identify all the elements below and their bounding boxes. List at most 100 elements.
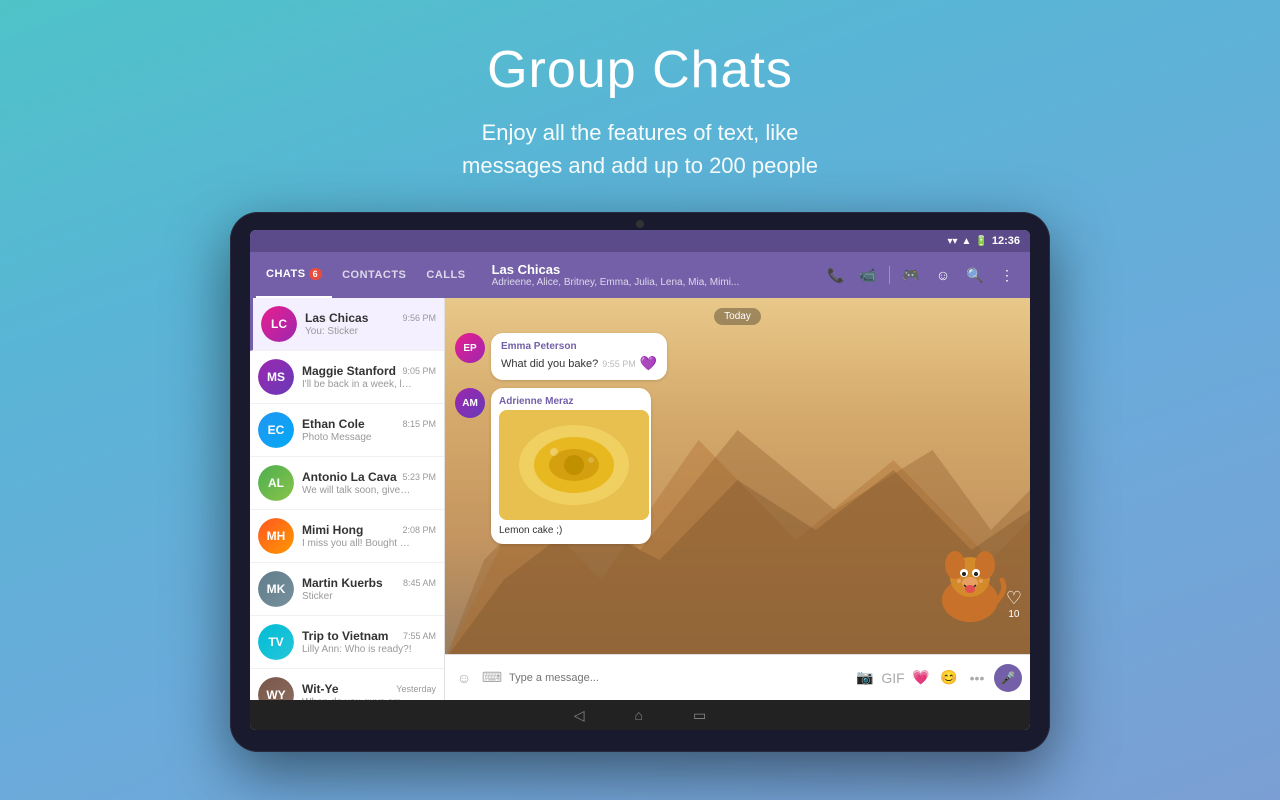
battery-icon: 🔋 bbox=[975, 236, 987, 247]
avatar-vietnam: TV bbox=[258, 624, 294, 660]
msg-caption: Lemon cake ;) bbox=[499, 525, 643, 536]
avatar-witye: WY bbox=[258, 677, 294, 700]
chat-item-antonio[interactable]: AL Antonio La Cava 5:23 PM We will talk … bbox=[250, 457, 444, 510]
lemon-cake-image bbox=[499, 410, 649, 520]
page-title: Group Chats bbox=[487, 40, 793, 100]
chat-name: Martin Kuerbs bbox=[302, 576, 383, 590]
heart-icon: 💜 bbox=[640, 355, 657, 372]
chat-info: Mimi Hong 2:08 PM I miss you all! Bought… bbox=[302, 523, 436, 549]
camera-button[interactable]: 📷 bbox=[854, 667, 876, 689]
more-button[interactable]: ••• bbox=[966, 667, 988, 689]
chat-item-vietnam[interactable]: TV Trip to Vietnam 7:55 AM Lilly Ann: Wh… bbox=[250, 616, 444, 669]
chat-list: LC Las Chicas 9:56 PM You: Sticker bbox=[250, 298, 445, 700]
chat-item-martin[interactable]: MK Martin Kuerbs 8:45 AM Sticker bbox=[250, 563, 444, 616]
avatar-ethan: EC bbox=[258, 412, 294, 448]
chat-name: Maggie Stanford bbox=[302, 364, 396, 378]
chat-members: Adrieene, Alice, Britney, Emma, Julia, L… bbox=[492, 277, 792, 288]
chat-preview: Sticker bbox=[302, 591, 412, 602]
chat-preview: You: Sticker bbox=[305, 326, 415, 337]
msg-sender: Emma Peterson bbox=[501, 341, 657, 352]
chat-time: Yesterday bbox=[396, 684, 436, 694]
nav-tabs: CHATS 6 CONTACTS CALLS bbox=[250, 252, 482, 298]
avatar-mimi: MH bbox=[258, 518, 294, 554]
msg-sender-adrienne: Adrienne Meraz bbox=[499, 396, 643, 407]
gif-button[interactable]: GIF bbox=[882, 667, 904, 689]
chat-info: Wit-Ye Yesterday When do you guys arrive… bbox=[302, 682, 436, 700]
chat-info: Las Chicas 9:56 PM You: Sticker bbox=[305, 311, 436, 337]
chat-item-ethan[interactable]: EC Ethan Cole 8:15 PM Photo Message bbox=[250, 404, 444, 457]
chat-item-las-chicas[interactable]: LC Las Chicas 9:56 PM You: Sticker bbox=[250, 298, 444, 351]
home-button[interactable]: ⌂ bbox=[635, 707, 643, 723]
message-row-image: AM Adrienne Meraz bbox=[455, 388, 1020, 544]
chat-item-maggie[interactable]: MS Maggie Stanford 9:05 PM I'll be back … bbox=[250, 351, 444, 404]
page-subtitle: Enjoy all the features of text, like mes… bbox=[462, 116, 818, 182]
status-time: 12:36 bbox=[992, 235, 1020, 247]
emoji-button[interactable]: ☺ bbox=[453, 667, 475, 689]
chat-name: Wit-Ye bbox=[302, 682, 339, 696]
chat-preview: I'll be back in a week, let's meet up th… bbox=[302, 379, 412, 390]
chat-info: Antonio La Cava 5:23 PM We will talk soo… bbox=[302, 470, 436, 496]
input-bar: ☺ ⌨ 📷 GIF 💗 😊 ••• 🎤 bbox=[445, 654, 1030, 700]
tablet-frame: ▾▾ ▲ 🔋 12:36 CHATS 6 CONTACTS bbox=[230, 212, 1050, 752]
chat-item-mimi[interactable]: MH Mimi Hong 2:08 PM I miss you all! Bou… bbox=[250, 510, 444, 563]
game-icon[interactable]: 🎮 bbox=[898, 262, 924, 288]
chat-name: Antonio La Cava bbox=[302, 470, 397, 484]
sticker-icon[interactable]: ☺ bbox=[930, 262, 956, 288]
chat-time: 8:45 AM bbox=[403, 578, 436, 588]
header-title-area: Las Chicas Adrieene, Alice, Britney, Emm… bbox=[482, 262, 823, 288]
recents-button[interactable]: ▭ bbox=[693, 707, 706, 724]
tablet-camera bbox=[636, 220, 644, 228]
more-icon[interactable]: ⋮ bbox=[994, 262, 1020, 288]
chat-preview: We will talk soon, give me 5 minutes. bbox=[302, 485, 412, 496]
chat-name: Las Chicas bbox=[305, 311, 368, 325]
chat-item-witye[interactable]: WY Wit-Ye Yesterday When do you guys arr… bbox=[250, 669, 444, 700]
image-message: Adrienne Meraz bbox=[491, 388, 651, 544]
message-input[interactable] bbox=[509, 672, 848, 684]
keyboard-button[interactable]: ⌨ bbox=[481, 667, 503, 689]
back-button[interactable]: ◁ bbox=[574, 707, 585, 724]
chats-badge: 6 bbox=[309, 268, 323, 280]
chat-area: Today EP Emma Peterson What did you bake… bbox=[445, 298, 1030, 700]
chat-title: Las Chicas bbox=[492, 262, 813, 277]
tab-chats[interactable]: CHATS 6 bbox=[256, 252, 332, 298]
chat-preview: I miss you all! Bought a ticket for next… bbox=[302, 538, 412, 549]
face-button[interactable]: 😊 bbox=[938, 667, 960, 689]
chat-time: 9:05 PM bbox=[402, 366, 436, 376]
chat-info: Trip to Vietnam 7:55 AM Lilly Ann: Who i… bbox=[302, 629, 436, 655]
chat-preview: Photo Message bbox=[302, 432, 412, 443]
mic-button[interactable]: 🎤 bbox=[994, 664, 1022, 692]
message-row: EP Emma Peterson What did you bake? 9:55… bbox=[455, 333, 1020, 380]
sticker-area bbox=[920, 535, 1020, 635]
tablet-device: ▾▾ ▲ 🔋 12:36 CHATS 6 CONTACTS bbox=[230, 212, 1050, 752]
status-bar: ▾▾ ▲ 🔋 12:36 bbox=[250, 230, 1030, 252]
app-header: CHATS 6 CONTACTS CALLS Las Chicas Adriee… bbox=[250, 252, 1030, 298]
tab-calls[interactable]: CALLS bbox=[416, 252, 475, 298]
search-icon[interactable]: 🔍 bbox=[962, 262, 988, 288]
chat-info: Maggie Stanford 9:05 PM I'll be back in … bbox=[302, 364, 436, 390]
date-badge: Today bbox=[714, 308, 761, 325]
chat-preview: Lilly Ann: Who is ready?! bbox=[302, 644, 412, 655]
msg-avatar-adrienne: AM bbox=[455, 388, 485, 418]
chat-time: 8:15 PM bbox=[402, 419, 436, 429]
chat-time: 7:55 AM bbox=[403, 631, 436, 641]
tab-contacts[interactable]: CONTACTS bbox=[332, 252, 416, 298]
bottom-nav: ◁ ⌂ ▭ bbox=[250, 700, 1030, 730]
chat-name: Ethan Cole bbox=[302, 417, 365, 431]
call-button[interactable]: 📞 bbox=[823, 262, 849, 288]
status-icons: ▾▾ ▲ 🔋 12:36 bbox=[947, 235, 1020, 247]
header-actions: 📞 📹 🎮 ☺ 🔍 ⋮ bbox=[823, 262, 1030, 288]
chat-time: 9:56 PM bbox=[402, 313, 436, 323]
chat-info: Ethan Cole 8:15 PM Photo Message bbox=[302, 417, 436, 443]
msg-avatar-emma: EP bbox=[455, 333, 485, 363]
video-call-button[interactable]: 📹 bbox=[855, 262, 881, 288]
avatar-las-chicas: LC bbox=[261, 306, 297, 342]
sticker-button[interactable]: 💗 bbox=[910, 667, 932, 689]
avatar-antonio: AL bbox=[258, 465, 294, 501]
divider bbox=[889, 266, 890, 284]
chat-time: 2:08 PM bbox=[402, 525, 436, 535]
chat-time: 5:23 PM bbox=[402, 472, 436, 482]
signal-icon: ▾▾ bbox=[947, 236, 957, 247]
avatar-martin: MK bbox=[258, 571, 294, 607]
tablet-screen: ▾▾ ▲ 🔋 12:36 CHATS 6 CONTACTS bbox=[250, 230, 1030, 730]
main-content: LC Las Chicas 9:56 PM You: Sticker bbox=[250, 298, 1030, 700]
